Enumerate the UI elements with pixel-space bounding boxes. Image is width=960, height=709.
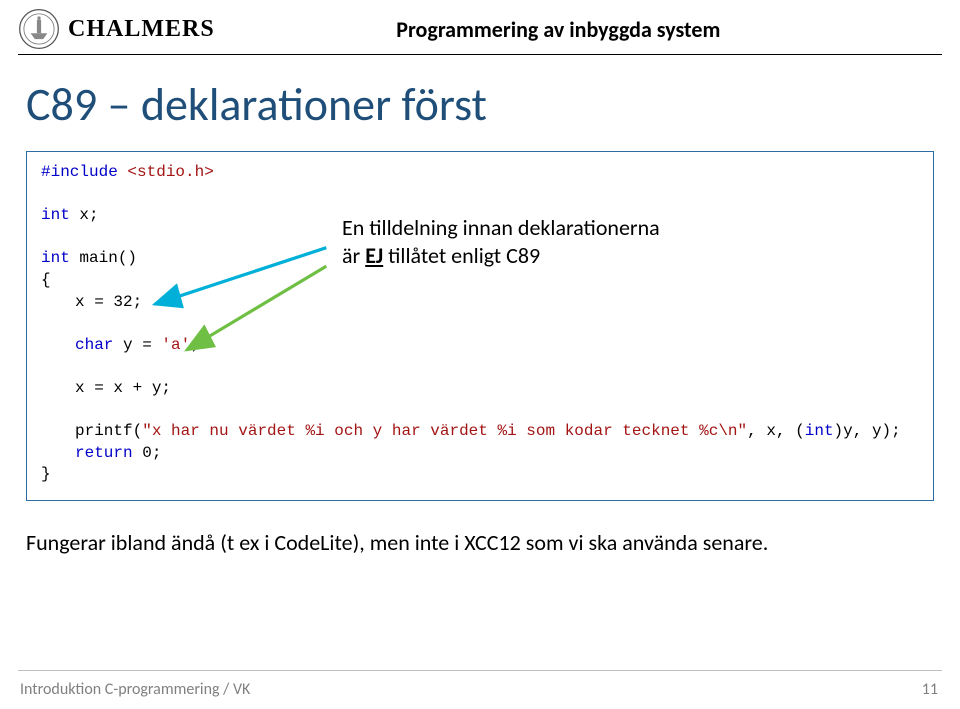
code-text: ; xyxy=(190,336,200,354)
code-string-literal: "x har nu värdet %i och y har värdet %i … xyxy=(142,422,747,440)
code-include-kw: #include xyxy=(41,163,127,181)
callout-emph: EJ xyxy=(365,242,383,269)
callout-line2c: tillåtet enligt C89 xyxy=(383,242,540,269)
slide-title: C89 – deklarationer först xyxy=(26,77,934,133)
header-divider xyxy=(18,54,942,55)
code-assign-xy: x = x + y; xyxy=(41,378,171,400)
page-number: 11 xyxy=(922,680,938,699)
code-assign-x: x = 32; xyxy=(41,292,142,314)
course-title: Programmering av inbyggda system xyxy=(175,16,942,43)
code-text: main() xyxy=(70,249,137,267)
callout-text: En tilldelning innan deklarationerna är … xyxy=(342,214,660,269)
code-text: y = xyxy=(113,336,161,354)
code-include-path: <stdio.h> xyxy=(127,163,213,181)
callout-line1: En tilldelning innan deklarationerna xyxy=(342,214,660,242)
code-char-literal: 'a' xyxy=(161,336,190,354)
code-text: )y, y); xyxy=(834,422,901,440)
slide-header: CHALMERS Programmering av inbyggda syste… xyxy=(0,0,960,50)
code-text: x; xyxy=(70,206,99,224)
code-text: , x, ( xyxy=(747,422,805,440)
code-kw-int: int xyxy=(41,206,70,224)
body-paragraph: Fungerar ibland ändå (t ex i CodeLite), … xyxy=(26,529,934,556)
code-block: #include <stdio.h> int x; int main() { x… xyxy=(26,151,934,501)
callout-line2a: är xyxy=(342,242,365,269)
code-kw-int: int xyxy=(41,249,70,267)
chalmers-seal-icon xyxy=(18,8,60,50)
code-text: printf( xyxy=(75,422,142,440)
code-kw-char: char xyxy=(75,336,113,354)
footer-left: Introduktion C-programmering / VK xyxy=(20,680,250,699)
code-kw-int: int xyxy=(805,422,834,440)
code-text: { xyxy=(41,270,919,292)
code-text: } xyxy=(41,464,919,486)
code-text: 0; xyxy=(133,444,162,462)
code-kw-return: return xyxy=(75,444,133,462)
footer-divider xyxy=(18,670,942,671)
